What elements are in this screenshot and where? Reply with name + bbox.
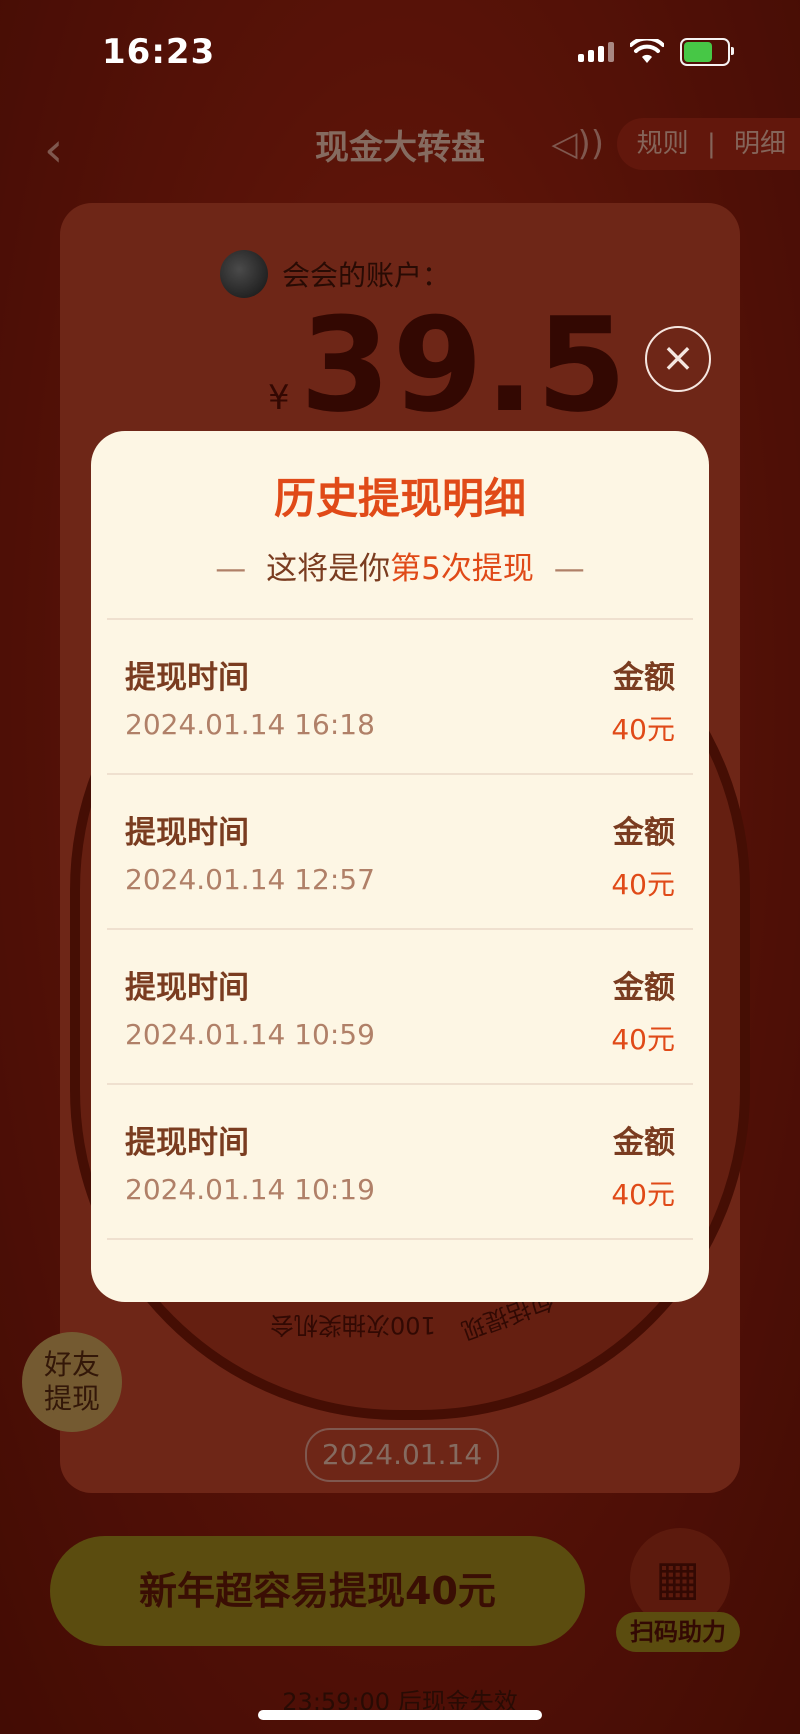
list-item: 提现时间 2024.01.14 10:59 金额 40元 [107, 928, 693, 1083]
list-item: 提现时间 2024.01.14 12:57 金额 40元 [107, 773, 693, 928]
amount-value: 40元 [611, 713, 675, 746]
amount-value: 40元 [611, 1023, 675, 1056]
modal-subtitle: — 这将是你第5次提现 — [91, 543, 709, 588]
withdraw-time-value: 2024.01.14 10:19 [125, 1173, 375, 1206]
withdraw-time-label: 提现时间 [125, 1125, 249, 1161]
withdraw-time-value: 2024.01.14 10:59 [125, 1018, 375, 1051]
subtitle-highlight: 第5次提现 [390, 551, 534, 587]
withdraw-time-value: 2024.01.14 12:57 [125, 863, 375, 896]
battery-icon [680, 38, 734, 66]
amount-value: 40元 [611, 868, 675, 901]
home-indicator[interactable] [258, 1710, 542, 1720]
wifi-icon [630, 39, 664, 63]
modal-title: 历史提现明细 [273, 474, 526, 523]
list-item: 提现时间 2024.01.14 16:18 金额 40元 [107, 618, 693, 773]
withdraw-time-label: 提现时间 [125, 815, 249, 851]
close-icon[interactable]: × [645, 326, 711, 392]
withdraw-time-value: 2024.01.14 16:18 [125, 708, 375, 741]
amount-label: 金额 [613, 1125, 675, 1161]
amount-label: 金额 [613, 970, 675, 1006]
amount-label: 金额 [613, 815, 675, 851]
status-time: 16:23 [102, 32, 216, 72]
status-bar: 16:23 [0, 0, 800, 100]
status-icons [578, 38, 734, 66]
subtitle-dash-right: — [553, 551, 585, 587]
amount-label: 金额 [613, 660, 675, 696]
withdraw-history-modal: 历史提现明细 — 这将是你第5次提现 — 提现时间 2024.01.14 16:… [91, 431, 709, 1302]
cellular-signal-icon [578, 42, 614, 62]
amount-value: 40元 [611, 1178, 675, 1211]
subtitle-dash-left: — [215, 551, 247, 587]
subtitle-prefix: 这将是你 [266, 551, 391, 587]
list-item: 提现时间 2024.01.14 10:19 金额 40元 [107, 1083, 693, 1240]
withdraw-history-list: 提现时间 2024.01.14 16:18 金额 40元 提现时间 2024.0… [107, 618, 693, 1240]
withdraw-time-label: 提现时间 [125, 660, 249, 696]
withdraw-time-label: 提现时间 [125, 970, 249, 1006]
